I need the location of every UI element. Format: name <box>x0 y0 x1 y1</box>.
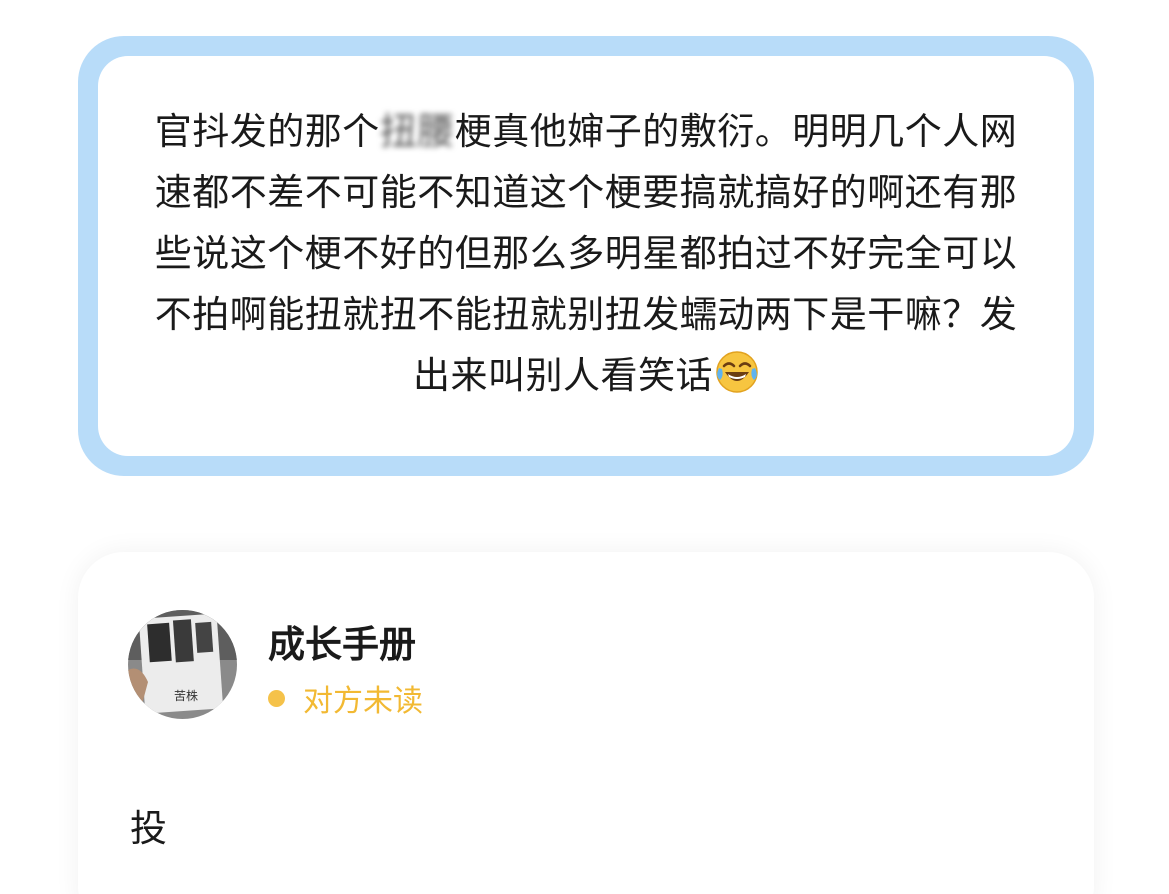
avatar-caption: 苦株 <box>174 688 198 703</box>
quote-blurred-word: 扭腰 <box>379 109 455 153</box>
quoted-message-body: 官抖发的那个扭腰梗真他婶子的敷衍。明明几个人网速都不差不可能不知道这个梗要搞就搞… <box>98 56 1074 456</box>
chat-card[interactable]: 苦株 成长手册 对方未读 投 <box>78 552 1094 894</box>
quote-text-part-1: 官抖发的那个 <box>154 109 380 153</box>
face-with-tears-of-joy-icon <box>715 350 759 412</box>
avatar[interactable]: 苦株 <box>128 610 237 719</box>
contact-name: 成长手册 <box>268 623 416 666</box>
quoted-message-card: 官抖发的那个扭腰梗真他婶子的敷衍。明明几个人网速都不差不可能不知道这个梗要搞就搞… <box>78 36 1094 476</box>
quoted-message-text: 官抖发的那个扭腰梗真他婶子的敷衍。明明几个人网速都不差不可能不知道这个梗要搞就搞… <box>148 101 1024 412</box>
message-text: 投 <box>130 807 167 850</box>
screen: 官抖发的那个扭腰梗真他婶子的敷衍。明明几个人网速都不差不可能不知道这个梗要搞就搞… <box>0 0 1169 894</box>
status-dot-icon <box>268 689 285 707</box>
read-status-text: 对方未读 <box>303 684 423 719</box>
read-status: 对方未读 <box>268 676 423 720</box>
